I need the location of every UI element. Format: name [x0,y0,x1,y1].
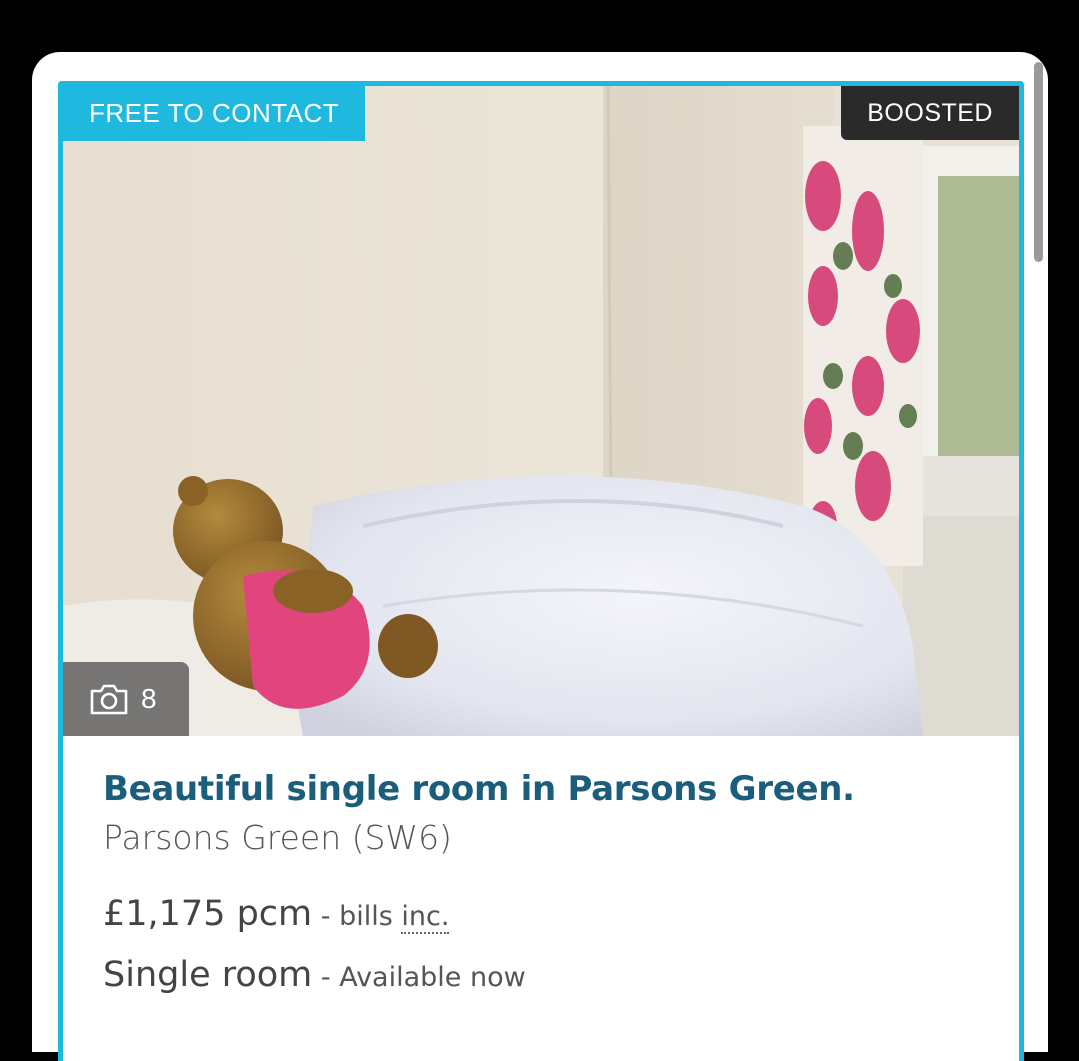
listing-photo[interactable]: FREE TO CONTACT BOOSTED 8 [63,86,1019,736]
free-to-contact-badge: FREE TO CONTACT [63,86,366,141]
listing-location: Parsons Green (SW6) [103,818,452,857]
camera-icon [89,682,129,716]
listing-details: Beautiful single room in Parsons Green. … [103,766,983,1006]
listing-title[interactable]: Beautiful single room in Parsons Green. [103,766,983,812]
listing-card[interactable]: FREE TO CONTACT BOOSTED 8 Beautiful sing… [58,81,1024,1061]
availability-separator: - [312,962,340,993]
bills-included-abbr[interactable]: inc. [401,901,450,934]
room-type: Single room [103,955,313,995]
room-line: Single room - Available now [103,950,983,1006]
photo-count-badge[interactable]: 8 [63,662,189,736]
price-separator: - [312,901,340,932]
boosted-badge: BOOSTED [841,86,1019,140]
price-line: £1,175 pcm - bills inc. [103,890,983,944]
availability: Available now [339,962,526,993]
photo-count-value: 8 [141,683,157,714]
listing-price: £1,175 pcm [103,894,313,934]
scrollbar[interactable] [1034,62,1043,262]
bills-label: bills [339,901,402,932]
